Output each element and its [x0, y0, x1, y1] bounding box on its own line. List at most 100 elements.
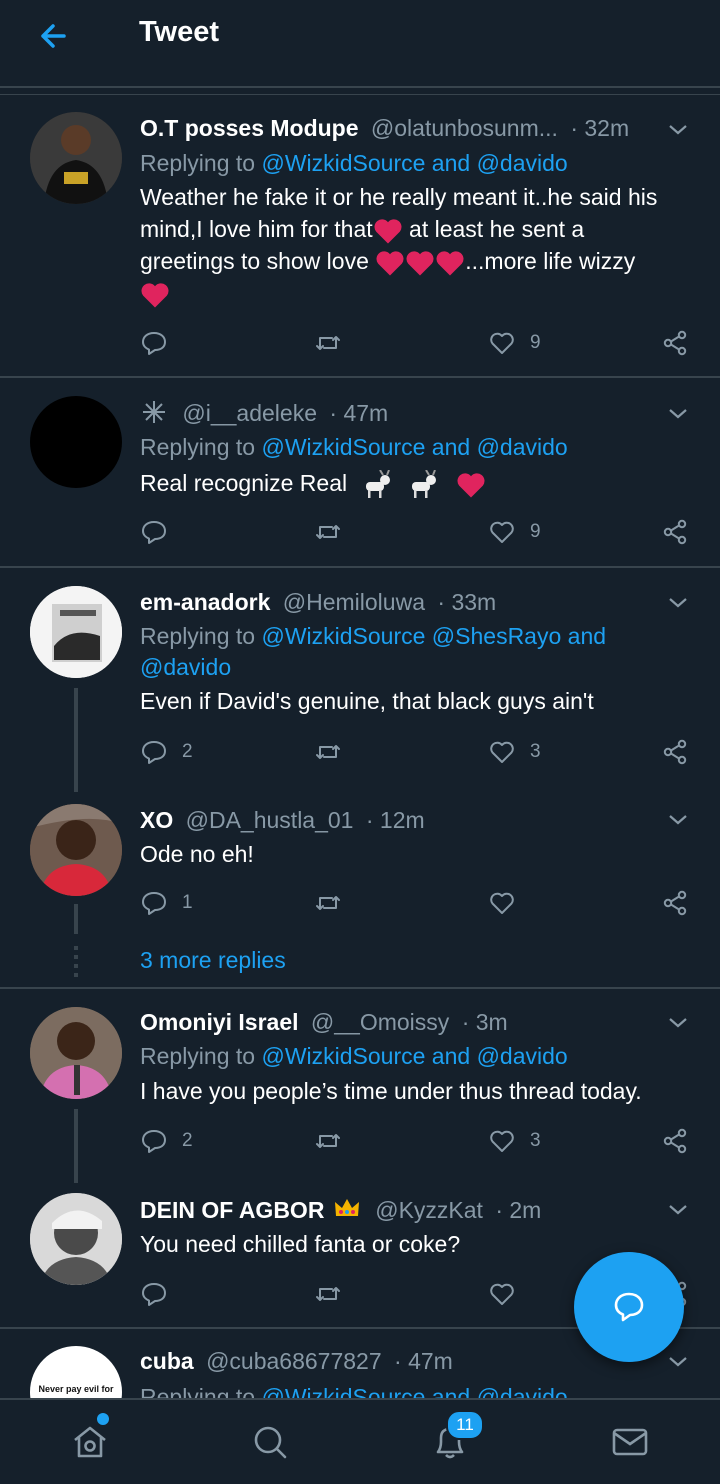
tweet-reply[interactable]: Omoniyi Israel @__Omoissy · 3m Replying … [0, 989, 720, 1183]
reply-button[interactable]: 2 [140, 1125, 193, 1157]
reply-icon [142, 1130, 166, 1153]
replying-to-link[interactable]: @WizkidSource @ShesRayo and [261, 623, 606, 649]
reply-count: 1 [182, 892, 193, 913]
chevron-down-icon[interactable] [666, 1350, 690, 1374]
share-button[interactable] [661, 887, 689, 919]
reply-button[interactable]: 2 [140, 736, 193, 768]
retweet-button[interactable] [314, 1278, 342, 1310]
retweet-button[interactable] [314, 887, 342, 919]
share-button[interactable] [661, 516, 689, 548]
red-heart-icon [457, 473, 485, 498]
display-name[interactable]: O.T posses Modupe [140, 115, 359, 141]
reply-icon [142, 892, 166, 915]
replying-to-link[interactable]: @WizkidSource and @davido [261, 150, 567, 176]
display-name[interactable]: cuba [140, 1348, 194, 1374]
retweet-icon [316, 896, 340, 910]
share-icon [663, 519, 687, 545]
like-button[interactable]: 3 [488, 1125, 541, 1157]
reply-button[interactable] [140, 327, 168, 359]
replying-to: Replying to @WizkidSource and @davido [140, 1381, 680, 1399]
timestamp: · 47m [329, 400, 389, 426]
chevron-down-icon[interactable] [666, 591, 690, 615]
heart-outline-icon [490, 1130, 514, 1152]
notifications-badge: 11 [446, 1410, 484, 1440]
like-button[interactable]: 9 [488, 327, 541, 359]
handle[interactable]: @Hemiloluwa [283, 589, 425, 615]
share-button[interactable] [661, 736, 689, 768]
retweet-button[interactable] [314, 516, 342, 548]
thread-line [74, 688, 78, 792]
tweet-reply[interactable]: XO @DA_hustla_01 · 12m Ode no eh! 1 3 mo… [0, 790, 720, 988]
handle[interactable]: @DA_hustla_01 [186, 807, 354, 833]
reply-button[interactable]: 1 [140, 887, 193, 919]
retweet-button[interactable] [314, 736, 342, 768]
avatar[interactable] [30, 396, 122, 488]
handle[interactable]: @__Omoissy [311, 1009, 449, 1035]
retweet-icon [316, 525, 340, 539]
replying-to: Replying to @WizkidSource and @davido [140, 431, 680, 463]
reply-button[interactable] [140, 1278, 168, 1310]
replying-prefix: Replying to [140, 434, 256, 460]
thread-line [74, 1109, 78, 1183]
avatar[interactable] [30, 112, 122, 204]
timestamp: · 32m [570, 115, 630, 141]
handle[interactable]: @olatunbosunm... [371, 115, 558, 141]
avatar[interactable] [30, 1193, 122, 1285]
avatar[interactable] [30, 586, 122, 678]
replying-to: Replying to @WizkidSource and @davido [140, 147, 680, 179]
display-name[interactable]: XO [140, 807, 173, 833]
replying-to-link[interactable]: @davido [140, 651, 680, 683]
reply-fab-button[interactable] [574, 1252, 684, 1362]
replying-to: Replying to @WizkidSource and @davido [140, 1040, 680, 1072]
chevron-down-icon[interactable] [666, 1198, 690, 1222]
like-button[interactable]: 3 [488, 736, 541, 768]
handle[interactable]: @cuba68677827 [206, 1348, 382, 1374]
avatar-text: Never pay evil for [38, 1384, 114, 1394]
replying-to-link[interactable]: @WizkidSource and @davido [261, 1043, 567, 1069]
tweet-text: Weather he fake it or he really meant it… [140, 181, 680, 309]
handle[interactable]: @KyzzKat [375, 1197, 483, 1223]
avatar[interactable]: Never pay evil for [30, 1346, 122, 1399]
like-button[interactable]: 9 [488, 516, 541, 548]
chevron-down-icon[interactable] [666, 402, 690, 426]
red-heart-icon [406, 251, 434, 276]
more-replies-link[interactable]: 3 more replies [140, 947, 286, 974]
display-name[interactable]: DEIN OF AGBOR [140, 1197, 324, 1223]
tweet-reply[interactable]: em-anadork @Hemiloluwa · 33m Replying to… [0, 568, 720, 792]
thread-line [74, 904, 78, 934]
goat-icon [411, 469, 436, 498]
new-content-dot [97, 1413, 109, 1425]
replying-to: Replying to @WizkidSource @ShesRayo and … [140, 620, 680, 683]
speech-bubble-icon [614, 1292, 644, 1322]
chevron-down-icon[interactable] [666, 118, 690, 142]
tweet-reply[interactable]: O.T posses Modupe @olatunbosunm... · 32m… [0, 95, 720, 377]
mail-icon[interactable] [610, 1422, 650, 1462]
like-button[interactable] [488, 887, 516, 919]
avatar[interactable] [30, 1007, 122, 1099]
like-button[interactable] [488, 1278, 516, 1310]
replying-to-link[interactable]: @WizkidSource and @davido [261, 434, 567, 460]
search-icon[interactable] [250, 1422, 290, 1462]
tweet-reply[interactable]: @i__adeleke · 47m Replying to @WizkidSou… [0, 378, 720, 566]
display-name[interactable]: em-anadork [140, 589, 270, 615]
tweet-text: I have you people’s time under thus thre… [140, 1078, 642, 1104]
back-arrow-icon[interactable] [34, 16, 74, 56]
timestamp: · 12m [365, 807, 425, 833]
retweet-button[interactable] [314, 1125, 342, 1157]
share-button[interactable] [661, 1125, 689, 1157]
replying-to-link[interactable]: @WizkidSource and @davido [261, 1384, 567, 1399]
share-icon [663, 890, 687, 916]
share-button[interactable] [661, 327, 689, 359]
handle[interactable]: @i__adeleke [182, 400, 317, 426]
avatar[interactable] [30, 804, 122, 896]
chevron-down-icon[interactable] [666, 808, 690, 832]
reply-button[interactable] [140, 516, 168, 548]
retweet-button[interactable] [314, 327, 342, 359]
sparkle-icon [143, 401, 165, 423]
tweet-text-content: Real recognize Real [140, 470, 348, 496]
display-name[interactable]: Omoniyi Israel [140, 1009, 299, 1035]
reply-icon [142, 741, 166, 764]
chevron-down-icon[interactable] [666, 1011, 690, 1035]
replying-prefix: Replying to [140, 1384, 256, 1399]
home-icon[interactable] [70, 1422, 110, 1462]
